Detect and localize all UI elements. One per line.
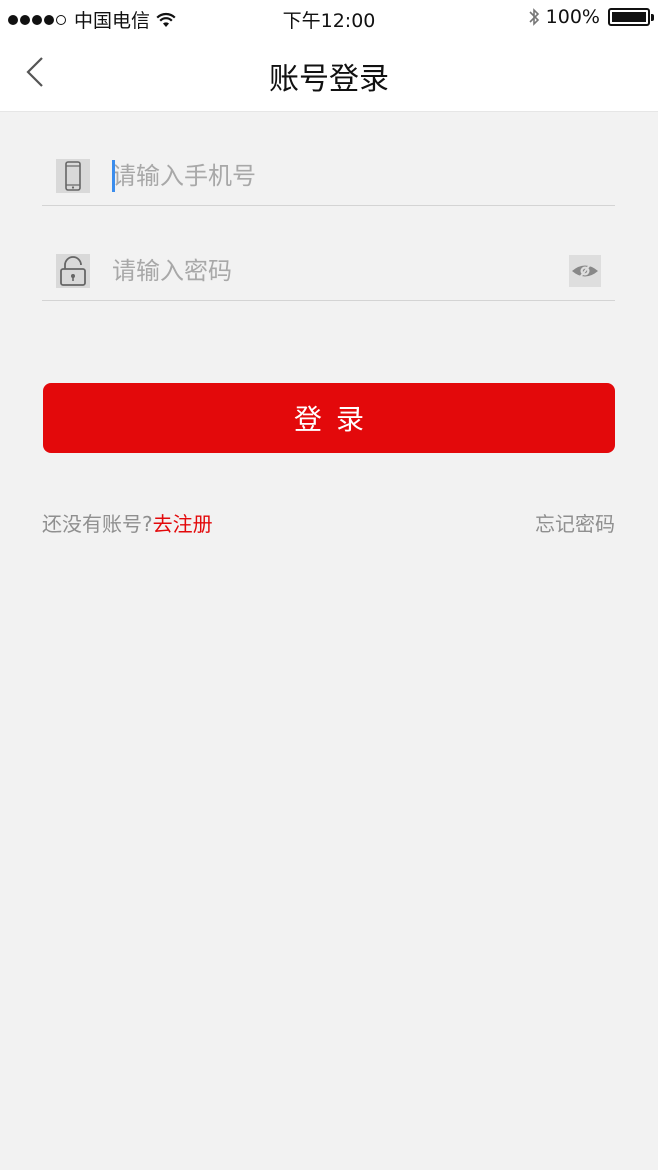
lock-icon xyxy=(56,254,90,288)
login-button[interactable]: 登录 xyxy=(43,383,615,453)
eye-icon xyxy=(572,260,598,282)
nav-bar: 账号登录 xyxy=(0,36,658,112)
no-account-row: 还没有账号?去注册 xyxy=(42,508,213,537)
battery-percent: 100% xyxy=(545,6,600,28)
status-bar-right: 100% xyxy=(528,6,654,28)
phone-field xyxy=(42,112,615,206)
header: 中国电信 下午12:00 100% 账号登录 xyxy=(0,0,658,112)
bottom-links: 还没有账号?去注册 忘记密码 xyxy=(42,508,615,538)
password-input[interactable] xyxy=(112,251,552,291)
text-caret xyxy=(112,160,115,192)
status-bar: 中国电信 下午12:00 100% xyxy=(0,0,658,36)
password-field xyxy=(42,207,615,301)
forgot-password-link[interactable]: 忘记密码 xyxy=(535,508,615,537)
show-password-toggle[interactable] xyxy=(569,255,601,287)
phone-icon xyxy=(56,159,90,193)
register-link[interactable]: 去注册 xyxy=(153,512,213,536)
page-title: 账号登录 xyxy=(269,62,389,97)
no-account-text: 还没有账号? xyxy=(42,512,153,536)
bluetooth-icon xyxy=(529,8,539,26)
phone-input[interactable] xyxy=(112,156,552,196)
battery-icon xyxy=(608,8,654,26)
